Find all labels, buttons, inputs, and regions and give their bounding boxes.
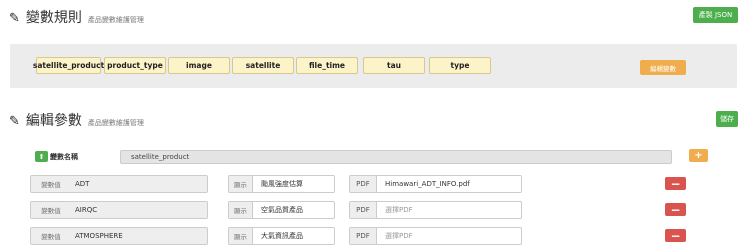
tag-image[interactable]: image [168, 57, 230, 74]
delete-row-button[interactable]: − [665, 177, 686, 190]
pdf-label: PDF [350, 176, 377, 192]
display-label: 顯示 [229, 202, 253, 218]
variable-tags-panel: satellite_product product_type image sat… [10, 44, 737, 88]
delete-row-button[interactable]: − [665, 229, 686, 242]
pdf-placeholder: 選擇PDF [385, 232, 413, 240]
tag-tau[interactable]: tau [363, 57, 425, 74]
save-button[interactable]: 儲存 [716, 111, 738, 127]
variable-value-field[interactable]: 變數值 ADT [30, 175, 208, 193]
pdf-field[interactable]: PDF 選擇PDF [349, 227, 522, 245]
variable-row: 變數值 AIRQC 顯示 空氣品質產品 PDF 選擇PDF − [0, 201, 742, 219]
page-subtitle: 產品變數維護管理 [87, 16, 144, 24]
variable-rules-header: ✎ 變數規則 產品變數維護管理 [9, 7, 144, 27]
display-value: 颱風強度估算 [261, 180, 303, 188]
variable-row: 變數值 ATMOSPHERE 顯示 大氣資訊產品 PDF 選擇PDF − [0, 227, 742, 245]
variable-value-label: 變數值 [31, 176, 71, 192]
variable-value-label: 變數值 [31, 202, 71, 218]
add-row-button[interactable]: + [689, 149, 708, 162]
pdf-field[interactable]: PDF 選擇PDF [349, 201, 522, 219]
minus-icon: − [670, 176, 681, 191]
upload-icon[interactable]: ⬆ [35, 151, 48, 162]
section-subtitle: 產品變數維護管理 [87, 119, 144, 127]
pdf-placeholder: 選擇PDF [385, 206, 413, 214]
delete-row-button[interactable]: − [665, 203, 686, 216]
variable-name-label: 變數名稱 [50, 153, 78, 161]
variable-row: 變數值 ADT 顯示 颱風強度估算 PDF Himawari_ADT_INFO.… [0, 175, 742, 193]
variable-value-label: 變數值 [31, 228, 71, 244]
edit-params-header: ✎ 編輯參數 產品變數維護管理 [9, 110, 144, 130]
pdf-value: Himawari_ADT_INFO.pdf [385, 180, 470, 188]
pdf-label: PDF [350, 228, 377, 244]
display-label: 顯示 [229, 176, 253, 192]
tag-file-time[interactable]: file_time [296, 57, 358, 74]
minus-icon: − [670, 228, 681, 243]
variable-value: AIRQC [75, 206, 98, 214]
pdf-field[interactable]: PDF Himawari_ADT_INFO.pdf [349, 175, 522, 193]
variable-value: ATMOSPHERE [75, 232, 123, 240]
display-name-field[interactable]: 顯示 颱風強度估算 [228, 175, 335, 193]
edit-variable-button[interactable]: 編輯變數 [640, 60, 686, 75]
variable-value-field[interactable]: 變數值 AIRQC [30, 201, 208, 219]
page-title: 變數規則 [25, 10, 82, 26]
display-value: 大氣資訊產品 [261, 232, 303, 240]
section-title: 編輯參數 [25, 113, 82, 129]
variable-value: ADT [75, 180, 90, 188]
tag-satellite[interactable]: satellite [232, 57, 294, 74]
pencil-icon: ✎ [9, 11, 20, 26]
pencil-icon: ✎ [9, 114, 20, 129]
tag-type[interactable]: type [429, 57, 491, 74]
tag-product-type[interactable]: product_type [104, 57, 166, 74]
display-name-field[interactable]: 顯示 空氣品質產品 [228, 201, 335, 219]
display-name-field[interactable]: 顯示 大氣資訊產品 [228, 227, 335, 245]
pdf-label: PDF [350, 202, 377, 218]
create-json-button[interactable]: 產製 JSON [693, 7, 738, 23]
variable-value-field[interactable]: 變數值 ATMOSPHERE [30, 227, 208, 245]
variable-name-field[interactable]: satellite_product [120, 150, 672, 164]
tag-satellite-product[interactable]: satellite_product [33, 57, 104, 74]
display-label: 顯示 [229, 228, 253, 244]
minus-icon: − [670, 202, 681, 217]
display-value: 空氣品質產品 [261, 206, 303, 214]
